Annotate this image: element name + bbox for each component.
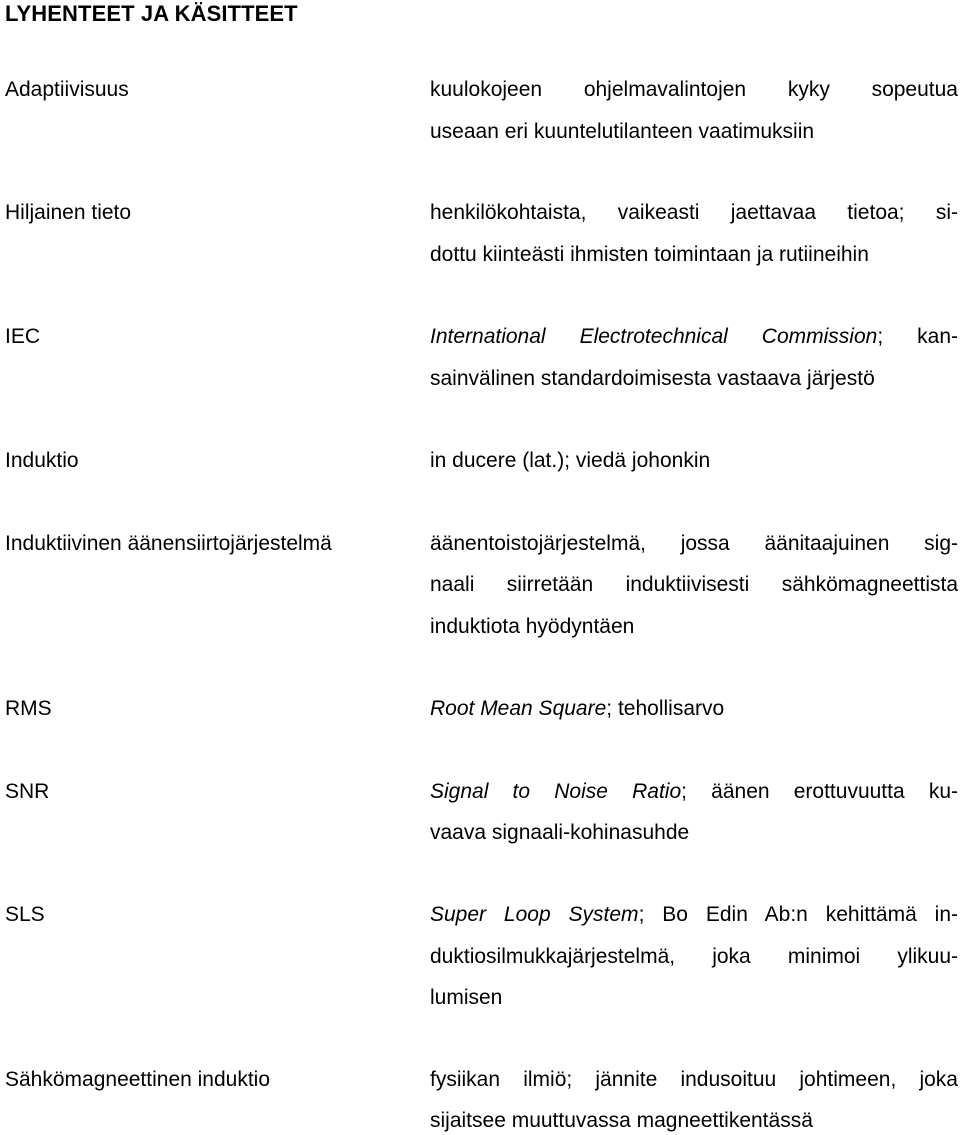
definition-line: Root Mean Square; tehollisarvo — [430, 697, 725, 720]
definition-line: äänentoistojärjestelmä, jossa äänitaajui… — [430, 532, 958, 555]
glossary-term: RMS — [5, 697, 52, 720]
glossary-term: SNR — [5, 780, 50, 803]
glossary-term: Induktio — [5, 449, 79, 472]
definition-line: lumisen — [430, 986, 503, 1009]
definition-line: useaan eri kuuntelutilanteen vaatimuksii… — [430, 120, 815, 143]
definition-line: duktiosilmukkajärjestelmä, joka minimoi … — [430, 945, 958, 968]
glossary-term: Sähkömagneettinen induktio — [5, 1068, 271, 1091]
definition-line: sijaitsee muuttuvassa magneettikentässä — [430, 1109, 813, 1132]
definition-line: kuulokojeen ohjelmavalintojen kyky sopeu… — [430, 78, 958, 101]
definition-line: Signal to Noise Ratio; äänen erottuvuutt… — [430, 780, 958, 803]
glossary-term: Adaptiivisuus — [5, 78, 129, 101]
glossary-term: SLS — [5, 903, 45, 926]
definition-line: induktiota hyödyntäen — [430, 615, 635, 638]
definition-line: dottu kiinteästi ihmisten toimintaan ja … — [430, 243, 869, 266]
definition-line: Super Loop System; Bo Edin Ab:n kehittäm… — [430, 903, 958, 926]
definition-line: sainvälinen standardoimisesta vastaava j… — [430, 367, 875, 390]
definition-line: in ducere (lat.); viedä johonkin — [430, 449, 711, 472]
page-title: LYHENTEET JA KÄSITTEET — [5, 1, 298, 26]
definition-line: fysiikan ilmiö; jännite indusoituu johti… — [430, 1068, 958, 1091]
definition-line: henkilökohtaista, vaikeasti jaettavaa ti… — [430, 201, 958, 224]
glossary-term: Hiljainen tieto — [5, 201, 132, 224]
glossary-term: IEC — [5, 325, 41, 348]
glossary-term: Induktiivinen äänensiirtojärjestelmä — [5, 532, 332, 555]
definition-line: International Electrotechnical Commissio… — [430, 325, 958, 348]
definition-line: vaava signaali-kohinasuhde — [430, 821, 690, 844]
definition-line: naali siirretään induktiivisesti sähköma… — [430, 573, 958, 596]
